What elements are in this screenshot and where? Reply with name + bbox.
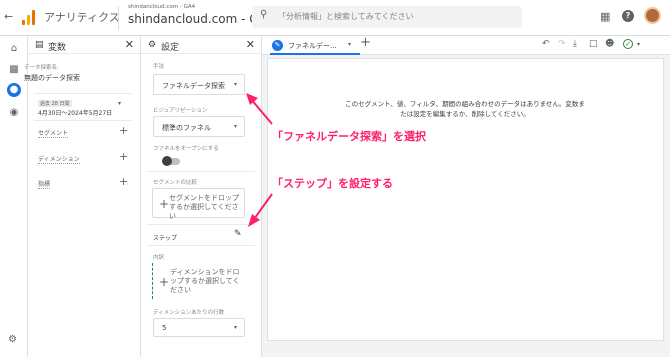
tab-label: ファネルデー... (288, 42, 337, 50)
breakdown-label: 内訳 (153, 255, 165, 261)
variables-title: 変数 (48, 43, 67, 53)
rows-per-dimension-label: ディメンションあたりの行数 (153, 310, 225, 316)
variables-panel: ▤ 変数 ✕ (28, 36, 141, 357)
breakdown-drop-text: ディメンションをドロップするか選択してください (170, 268, 240, 294)
open-funnel-label: ファネルをオープンにする (153, 146, 219, 152)
technique-value: ファネルデータ探索 (162, 82, 225, 90)
rows-per-dimension-select[interactable]: 5 ▾ (153, 318, 245, 337)
advertising-icon[interactable]: ◉ (7, 106, 21, 120)
tab-bar: ✎ ファネルデー... ▾ + ↶ ↷ ⤓ □ ☻ ✓ ▾ (262, 35, 670, 55)
annotation-set-steps: 「ステップ」を設定する (272, 177, 393, 190)
analytics-logo[interactable] (22, 10, 36, 25)
search-icon: ⚲ (260, 9, 268, 20)
edit-icon: ✎ (272, 40, 283, 51)
metrics-heading: 指標 (38, 181, 51, 189)
settings-title: 設定 (161, 43, 180, 53)
divider (34, 120, 132, 121)
top-bar: ← アナリティクス shindancloud.com - GA4 shindan… (0, 0, 670, 36)
tab-funnel[interactable]: ✎ ファネルデー... ▾ (270, 38, 360, 55)
breakdown-drop-zone[interactable]: + ディメンションをドロップするか選択してください (153, 263, 245, 299)
date-range-picker[interactable]: 4月30日～2024年5月27日 (38, 108, 112, 117)
segment-compare-label: セグメントの比較 (153, 180, 198, 186)
search-input[interactable]: ⚲ 「分析情報」と検索してみてください (252, 6, 522, 28)
visualization-select[interactable]: 標準のファネル ▾ (153, 116, 245, 137)
reports-icon[interactable]: ▩ (7, 63, 21, 77)
apps-icon[interactable]: ▦ (600, 10, 610, 23)
undo-icon[interactable]: ↶ (542, 39, 550, 49)
settings-header: ⚙ 設定 ✕ (141, 36, 261, 54)
chevron-down-icon[interactable]: ▾ (637, 41, 640, 48)
add-tab-button[interactable]: + (360, 35, 371, 50)
chevron-down-icon[interactable]: ▾ (348, 41, 351, 48)
pencil-icon[interactable]: ✎ (234, 229, 242, 239)
divider (147, 171, 255, 172)
chevron-down-icon: ▾ (233, 81, 237, 88)
settings-icon: ⚙ (148, 40, 157, 50)
dimensions-heading: ディメンション (38, 156, 80, 164)
close-icon[interactable]: ✕ (125, 38, 134, 51)
share-icon[interactable]: ☻ (605, 39, 614, 49)
annotation-arrow-technique (246, 93, 273, 125)
plus-icon: + (159, 275, 170, 289)
status-check-icon[interactable]: ✓ (623, 39, 633, 49)
segment-drop-zone[interactable]: + セグメントをドロップするか選択してください (152, 188, 245, 220)
download-icon[interactable]: ⤓ (573, 39, 577, 49)
steps-label: ステップ (153, 235, 178, 242)
nav-rail: ⌂ ▩ ● ◉ (0, 36, 28, 357)
visualization-label: ビジュアリゼーション (153, 108, 208, 114)
technique-label: 手法 (153, 64, 165, 70)
divider (147, 245, 255, 246)
close-icon[interactable]: ✕ (246, 38, 255, 51)
segments-heading: セグメント (38, 130, 69, 138)
help-icon[interactable]: ? (622, 10, 634, 22)
redo-icon[interactable]: ↷ (558, 39, 566, 49)
visualization-value: 標準のファネル (162, 124, 211, 132)
search-placeholder: 「分析情報」と検索してみてください (278, 12, 414, 21)
explore-icon[interactable]: ● (7, 83, 21, 97)
home-icon[interactable]: ⌂ (7, 42, 21, 56)
gear-icon[interactable]: ⚙ (8, 334, 17, 345)
segment-drop-text: セグメントをドロップするか選択してください (169, 194, 239, 220)
chevron-down-icon: ▾ (233, 123, 237, 130)
explore-name-label: データ探索名: (24, 65, 59, 71)
annotation-arrow-steps (248, 193, 273, 227)
app-name: アナリティクス (44, 11, 120, 24)
empty-state-message: このセグメント、値、フィルタ、期間の組み合わせのデータはありません。変数または設… (345, 100, 585, 118)
back-arrow-icon[interactable]: ← (4, 10, 13, 23)
chevron-down-icon[interactable]: ▾ (118, 100, 121, 107)
add-dimension-button[interactable]: + (119, 150, 128, 163)
explore-name-field[interactable]: 無題のデータ探索 (24, 73, 80, 83)
variables-icon: ▤ (35, 40, 44, 50)
account-path[interactable]: shindancloud.com - GA4 (128, 4, 195, 10)
add-to-report-icon[interactable]: □ (589, 39, 598, 49)
avatar[interactable] (644, 7, 661, 24)
chevron-down-icon: ▾ (233, 324, 237, 331)
toggle-knob (162, 156, 172, 166)
rows-per-dimension-value: 5 (162, 324, 167, 332)
add-segment-button[interactable]: + (119, 124, 128, 137)
header-divider (118, 6, 119, 30)
divider (147, 224, 255, 225)
date-badge: 過去 28 日間 (38, 100, 72, 107)
add-metric-button[interactable]: + (119, 175, 128, 188)
technique-select[interactable]: ファネルデータ探索 ▾ (153, 74, 245, 95)
divider (34, 93, 132, 94)
annotation-select-technique: 「ファネルデータ探索」を選択 (272, 130, 426, 143)
variables-header: ▤ 変数 ✕ (28, 36, 140, 54)
open-funnel-toggle[interactable] (162, 156, 180, 166)
plus-icon: + (159, 197, 170, 211)
